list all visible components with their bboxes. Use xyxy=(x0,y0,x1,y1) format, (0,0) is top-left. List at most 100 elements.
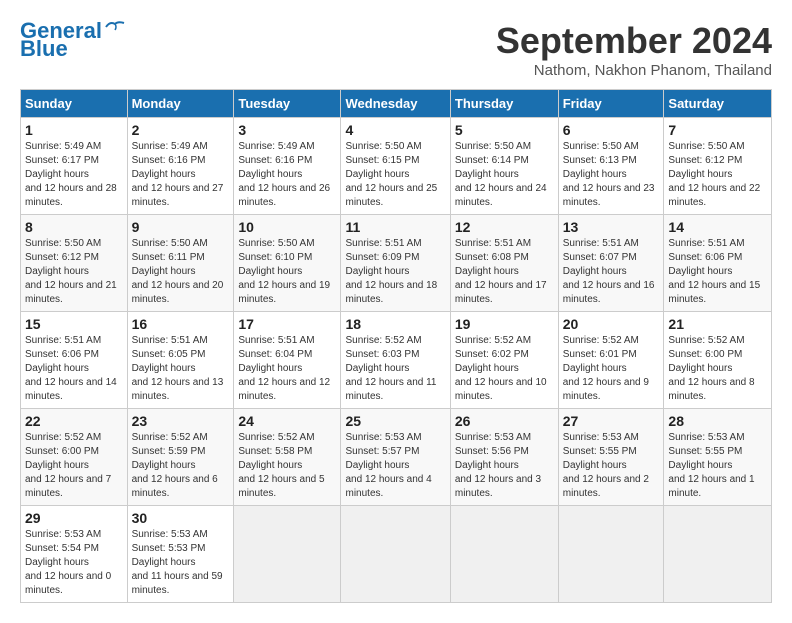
day-number: 29 xyxy=(25,510,123,526)
day-number: 8 xyxy=(25,219,123,235)
col-monday: Monday xyxy=(127,90,234,118)
day-number: 24 xyxy=(238,413,336,429)
table-row: 22 Sunrise: 5:52 AMSunset: 6:00 PMDaylig… xyxy=(21,409,772,506)
table-cell: 22 Sunrise: 5:52 AMSunset: 6:00 PMDaylig… xyxy=(21,409,128,506)
day-number: 6 xyxy=(563,122,660,138)
table-row: 29 Sunrise: 5:53 AMSunset: 5:54 PMDaylig… xyxy=(21,506,772,603)
col-saturday: Saturday xyxy=(664,90,772,118)
day-number: 30 xyxy=(132,510,230,526)
day-info: Sunrise: 5:50 AMSunset: 6:12 PMDaylight … xyxy=(668,141,760,208)
table-cell: 17 Sunrise: 5:51 AMSunset: 6:04 PMDaylig… xyxy=(234,312,341,409)
day-info: Sunrise: 5:50 AMSunset: 6:12 PMDaylight … xyxy=(25,238,117,305)
day-number: 19 xyxy=(455,316,554,332)
table-cell: 27 Sunrise: 5:53 AMSunset: 5:55 PMDaylig… xyxy=(558,409,664,506)
day-info: Sunrise: 5:50 AMSunset: 6:13 PMDaylight … xyxy=(563,141,655,208)
location: Nathom, Nakhon Phanom, Thailand xyxy=(496,62,772,79)
day-info: Sunrise: 5:51 AMSunset: 6:04 PMDaylight … xyxy=(238,335,330,402)
table-cell: 5 Sunrise: 5:50 AMSunset: 6:14 PMDayligh… xyxy=(450,118,558,215)
table-cell: 6 Sunrise: 5:50 AMSunset: 6:13 PMDayligh… xyxy=(558,118,664,215)
logo: General Blue xyxy=(20,20,126,60)
day-info: Sunrise: 5:51 AMSunset: 6:07 PMDaylight … xyxy=(563,238,655,305)
day-info: Sunrise: 5:53 AMSunset: 5:53 PMDaylight … xyxy=(132,529,223,596)
table-cell: 11 Sunrise: 5:51 AMSunset: 6:09 PMDaylig… xyxy=(341,215,450,312)
col-wednesday: Wednesday xyxy=(341,90,450,118)
day-info: Sunrise: 5:53 AMSunset: 5:56 PMDaylight … xyxy=(455,432,541,499)
day-number: 1 xyxy=(25,122,123,138)
day-number: 10 xyxy=(238,219,336,235)
table-cell: 21 Sunrise: 5:52 AMSunset: 6:00 PMDaylig… xyxy=(664,312,772,409)
day-info: Sunrise: 5:51 AMSunset: 6:08 PMDaylight … xyxy=(455,238,547,305)
day-info: Sunrise: 5:51 AMSunset: 6:09 PMDaylight … xyxy=(345,238,437,305)
day-number: 5 xyxy=(455,122,554,138)
table-cell: 12 Sunrise: 5:51 AMSunset: 6:08 PMDaylig… xyxy=(450,215,558,312)
col-tuesday: Tuesday xyxy=(234,90,341,118)
day-info: Sunrise: 5:49 AMSunset: 6:16 PMDaylight … xyxy=(132,141,224,208)
day-number: 4 xyxy=(345,122,445,138)
day-number: 18 xyxy=(345,316,445,332)
day-info: Sunrise: 5:52 AMSunset: 5:59 PMDaylight … xyxy=(132,432,218,499)
col-thursday: Thursday xyxy=(450,90,558,118)
logo-subtext: Blue xyxy=(20,38,68,60)
title-block: September 2024 Nathom, Nakhon Phanom, Th… xyxy=(496,20,772,79)
day-info: Sunrise: 5:52 AMSunset: 5:58 PMDaylight … xyxy=(238,432,324,499)
day-info: Sunrise: 5:53 AMSunset: 5:54 PMDaylight … xyxy=(25,529,111,596)
table-row: 1 Sunrise: 5:49 AMSunset: 6:17 PMDayligh… xyxy=(21,118,772,215)
day-info: Sunrise: 5:52 AMSunset: 6:00 PMDaylight … xyxy=(25,432,111,499)
day-info: Sunrise: 5:51 AMSunset: 6:05 PMDaylight … xyxy=(132,335,224,402)
month-title: September 2024 xyxy=(496,20,772,62)
table-cell: 29 Sunrise: 5:53 AMSunset: 5:54 PMDaylig… xyxy=(21,506,128,603)
day-info: Sunrise: 5:49 AMSunset: 6:17 PMDaylight … xyxy=(25,141,117,208)
day-number: 27 xyxy=(563,413,660,429)
bird-icon xyxy=(104,19,126,35)
day-number: 21 xyxy=(668,316,767,332)
day-info: Sunrise: 5:53 AMSunset: 5:55 PMDaylight … xyxy=(668,432,754,499)
calendar-table: Sunday Monday Tuesday Wednesday Thursday… xyxy=(20,89,772,603)
table-row: 15 Sunrise: 5:51 AMSunset: 6:06 PMDaylig… xyxy=(21,312,772,409)
day-number: 20 xyxy=(563,316,660,332)
table-cell xyxy=(664,506,772,603)
day-number: 14 xyxy=(668,219,767,235)
table-cell xyxy=(234,506,341,603)
table-cell: 7 Sunrise: 5:50 AMSunset: 6:12 PMDayligh… xyxy=(664,118,772,215)
table-cell xyxy=(450,506,558,603)
day-number: 11 xyxy=(345,219,445,235)
day-number: 23 xyxy=(132,413,230,429)
col-sunday: Sunday xyxy=(21,90,128,118)
day-info: Sunrise: 5:50 AMSunset: 6:11 PMDaylight … xyxy=(132,238,224,305)
day-number: 16 xyxy=(132,316,230,332)
day-number: 28 xyxy=(668,413,767,429)
day-info: Sunrise: 5:50 AMSunset: 6:14 PMDaylight … xyxy=(455,141,547,208)
day-number: 9 xyxy=(132,219,230,235)
table-cell: 2 Sunrise: 5:49 AMSunset: 6:16 PMDayligh… xyxy=(127,118,234,215)
day-info: Sunrise: 5:51 AMSunset: 6:06 PMDaylight … xyxy=(25,335,117,402)
table-cell: 24 Sunrise: 5:52 AMSunset: 5:58 PMDaylig… xyxy=(234,409,341,506)
table-cell: 9 Sunrise: 5:50 AMSunset: 6:11 PMDayligh… xyxy=(127,215,234,312)
day-number: 17 xyxy=(238,316,336,332)
table-cell: 28 Sunrise: 5:53 AMSunset: 5:55 PMDaylig… xyxy=(664,409,772,506)
day-number: 3 xyxy=(238,122,336,138)
day-info: Sunrise: 5:49 AMSunset: 6:16 PMDaylight … xyxy=(238,141,330,208)
table-cell xyxy=(558,506,664,603)
day-number: 15 xyxy=(25,316,123,332)
table-cell: 14 Sunrise: 5:51 AMSunset: 6:06 PMDaylig… xyxy=(664,215,772,312)
day-number: 26 xyxy=(455,413,554,429)
day-number: 7 xyxy=(668,122,767,138)
day-info: Sunrise: 5:52 AMSunset: 6:00 PMDaylight … xyxy=(668,335,754,402)
table-cell: 4 Sunrise: 5:50 AMSunset: 6:15 PMDayligh… xyxy=(341,118,450,215)
col-friday: Friday xyxy=(558,90,664,118)
day-info: Sunrise: 5:52 AMSunset: 6:02 PMDaylight … xyxy=(455,335,547,402)
day-number: 12 xyxy=(455,219,554,235)
day-number: 13 xyxy=(563,219,660,235)
table-cell: 30 Sunrise: 5:53 AMSunset: 5:53 PMDaylig… xyxy=(127,506,234,603)
table-cell: 23 Sunrise: 5:52 AMSunset: 5:59 PMDaylig… xyxy=(127,409,234,506)
day-info: Sunrise: 5:51 AMSunset: 6:06 PMDaylight … xyxy=(668,238,760,305)
day-info: Sunrise: 5:50 AMSunset: 6:15 PMDaylight … xyxy=(345,141,437,208)
table-cell: 3 Sunrise: 5:49 AMSunset: 6:16 PMDayligh… xyxy=(234,118,341,215)
table-cell: 13 Sunrise: 5:51 AMSunset: 6:07 PMDaylig… xyxy=(558,215,664,312)
day-info: Sunrise: 5:53 AMSunset: 5:57 PMDaylight … xyxy=(345,432,431,499)
day-info: Sunrise: 5:52 AMSunset: 6:01 PMDaylight … xyxy=(563,335,649,402)
table-cell: 20 Sunrise: 5:52 AMSunset: 6:01 PMDaylig… xyxy=(558,312,664,409)
day-number: 2 xyxy=(132,122,230,138)
table-cell: 10 Sunrise: 5:50 AMSunset: 6:10 PMDaylig… xyxy=(234,215,341,312)
weekday-header-row: Sunday Monday Tuesday Wednesday Thursday… xyxy=(21,90,772,118)
